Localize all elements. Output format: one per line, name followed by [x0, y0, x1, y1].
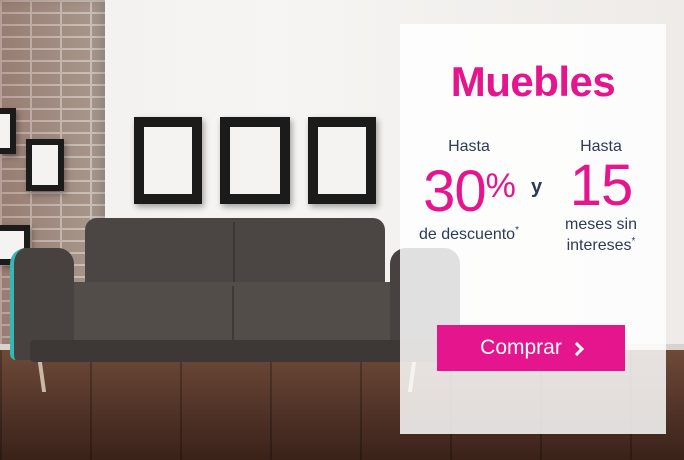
discount-value: 30: [423, 159, 487, 224]
installments-value: 15: [569, 153, 634, 218]
sofa-back: [85, 218, 385, 286]
chevron-right-icon: [569, 341, 584, 356]
installments-offer: Hasta 15 meses sin intereses*: [546, 138, 656, 254]
installments-label-line2: intereses: [566, 237, 632, 254]
sofa-image: [10, 218, 460, 392]
comprar-button[interactable]: Comprar: [437, 325, 625, 371]
promo-title: Muebles: [450, 58, 616, 105]
discount-label: de descuento: [419, 226, 516, 243]
installments-label-line1: meses sin: [564, 216, 638, 233]
picture-frame: [308, 117, 376, 204]
promo-panel: Muebles Hasta 30% de descuento* y Hasta …: [400, 24, 666, 434]
comprar-button-label: Comprar: [480, 336, 562, 359]
sofa-base: [30, 340, 440, 362]
offer-connector: y: [531, 176, 543, 198]
discount-unit: %: [485, 167, 516, 205]
installments-asterisk: *: [631, 236, 636, 247]
picture-frame: [220, 117, 290, 204]
discount-value-wrap: 30%: [410, 156, 528, 222]
picture-frame: [134, 117, 202, 204]
picture-frame: [26, 139, 64, 191]
installments-label-line2-wrap: intereses*: [546, 233, 656, 254]
discount-asterisk: *: [515, 225, 519, 236]
discount-prefix: Hasta: [448, 138, 490, 155]
sofa-seat: [60, 282, 410, 344]
discount-offer: Hasta 30% de descuento*: [410, 138, 528, 243]
picture-frame: [0, 108, 16, 154]
discount-label-wrap: de descuento*: [410, 222, 528, 243]
